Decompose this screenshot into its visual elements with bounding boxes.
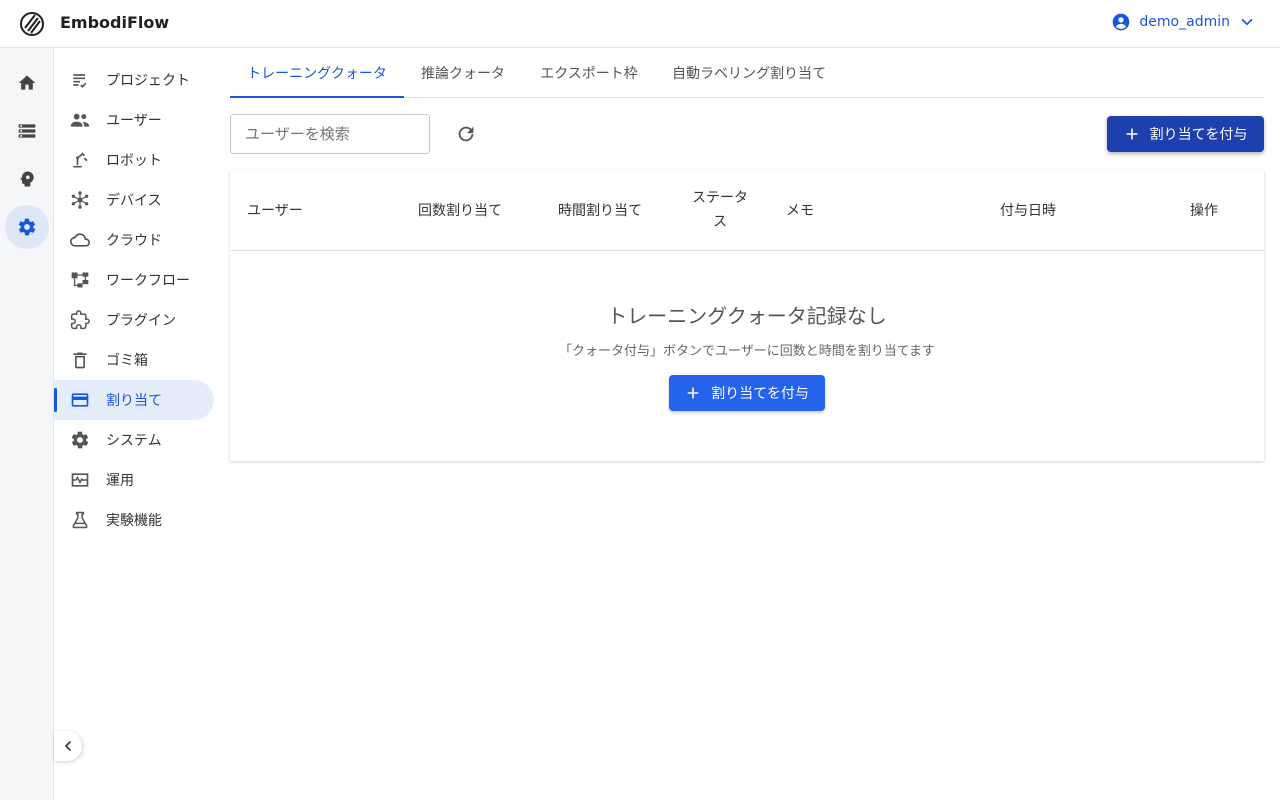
sidebar-item-label: クラウド <box>106 233 162 249</box>
refresh-icon <box>458 126 474 142</box>
chevron-left-icon <box>65 741 71 751</box>
settings-icon <box>18 218 36 236</box>
column-header-time-quota: 時間割り当て <box>558 203 642 219</box>
sidebar-item-experimental[interactable]: 実験機能 <box>54 500 214 540</box>
chevron-down-icon <box>1241 18 1253 26</box>
workflow-icon <box>70 270 90 290</box>
user-search-input[interactable] <box>230 114 430 154</box>
sidebar-item-label: ユーザー <box>106 113 162 129</box>
settings-sidebar: プロジェクト ユーザー ロボット デバイス クラウド ワークフロー プラグイン … <box>54 48 220 800</box>
user-menu[interactable]: demo_admin <box>1111 12 1256 32</box>
grant-quota-label: 割り当てを付与 <box>1149 127 1248 143</box>
plus-icon <box>687 387 699 399</box>
list-checks-icon <box>70 70 90 90</box>
sidebar-item-users[interactable]: ユーザー <box>54 100 214 140</box>
sidebar-item-label: 運用 <box>106 473 134 489</box>
sidebar-item-quota[interactable]: 割り当て <box>54 380 214 420</box>
column-header-memo: メモ <box>786 203 814 219</box>
rail-storage-button[interactable] <box>5 109 49 153</box>
plus-icon <box>1126 128 1137 140</box>
tab-auto-labeling-quota[interactable]: 自動ラベリング割り当て <box>656 48 842 97</box>
flask-icon <box>70 510 90 530</box>
card-icon <box>70 390 90 410</box>
rail-settings-button[interactable] <box>5 205 49 249</box>
puzzle-icon <box>70 310 90 330</box>
rail-ai-button[interactable] <box>5 157 49 201</box>
nav-rail <box>0 48 54 800</box>
sidebar-item-robots[interactable]: ロボット <box>54 140 214 180</box>
sidebar-item-label: プロジェクト <box>106 73 190 89</box>
sidebar-item-projects[interactable]: プロジェクト <box>54 60 214 100</box>
refresh-button[interactable] <box>452 120 480 148</box>
sidebar-item-trash[interactable]: ゴミ箱 <box>54 340 214 380</box>
psychology-icon <box>20 171 34 187</box>
app-title: EmbodiFlow <box>60 13 170 32</box>
storage-icon <box>18 124 36 138</box>
sidebar-item-workflow[interactable]: ワークフロー <box>54 260 214 300</box>
grant-quota-button[interactable]: 割り当てを付与 <box>1107 116 1264 152</box>
sidebar-item-label: 割り当て <box>106 393 162 409</box>
sidebar-item-label: ロボット <box>106 153 162 169</box>
sidebar-item-plugins[interactable]: プラグイン <box>54 300 214 340</box>
sidebar-item-label: デバイス <box>106 193 162 209</box>
rail-home-button[interactable] <box>5 61 49 105</box>
quota-table: ユーザー 回数割り当て 時間割り当て ステータス メモ 付与日時 操作 トレーニ… <box>230 170 1264 461</box>
column-header-granted-at: 付与日時 <box>1000 203 1056 219</box>
column-header-status: ステータス <box>692 190 748 230</box>
sidebar-item-operations[interactable]: 運用 <box>54 460 214 500</box>
user-name: demo_admin <box>1139 14 1230 30</box>
tab-training-quota[interactable]: トレーニングクォータ <box>230 48 404 98</box>
column-header-actions: 操作 <box>1190 203 1218 219</box>
empty-state-subtitle: 「クォータ付与」ボタンでユーザーに回数と時間を割り当てます <box>558 344 936 359</box>
sidebar-item-label: システム <box>106 433 162 449</box>
tab-inference-quota[interactable]: 推論クォータ <box>404 48 522 97</box>
robot-arm-icon <box>70 150 90 170</box>
logo-icon <box>20 12 44 36</box>
cloud-icon <box>70 230 90 250</box>
account-circle-icon <box>1113 13 1130 31</box>
sidebar-item-system[interactable]: システム <box>54 420 214 460</box>
hub-icon <box>70 190 90 210</box>
column-header-user: ユーザー <box>247 203 303 219</box>
column-header-count-quota: 回数割り当て <box>418 203 502 219</box>
home-icon <box>18 75 36 90</box>
tab-export-quota[interactable]: エクスポート枠 <box>522 48 656 97</box>
trash-icon <box>70 350 90 370</box>
sidebar-item-label: ゴミ箱 <box>106 353 148 369</box>
table-header: ユーザー 回数割り当て 時間割り当て ステータス メモ 付与日時 操作 <box>230 170 1264 251</box>
empty-state-title: トレーニングクォータ記録なし <box>607 304 887 328</box>
gear-icon <box>70 430 90 450</box>
sidebar-item-label: 実験機能 <box>106 513 162 529</box>
empty-grant-quota-button[interactable]: 割り当てを付与 <box>669 375 825 411</box>
sidebar-item-label: ワークフロー <box>106 273 190 289</box>
sidebar-item-devices[interactable]: デバイス <box>54 180 214 220</box>
people-icon <box>70 110 90 130</box>
sidebar-item-label: プラグイン <box>106 313 176 329</box>
sidebar-item-cloud[interactable]: クラウド <box>54 220 214 260</box>
empty-grant-quota-label: 割り当てを付与 <box>711 386 809 402</box>
monitor-heart-icon <box>70 470 90 490</box>
app-header: EmbodiFlow demo_admin <box>0 0 1280 48</box>
quota-tabs: トレーニングクォータ 推論クォータ エクスポート枠 自動ラベリング割り当て <box>230 48 1264 98</box>
